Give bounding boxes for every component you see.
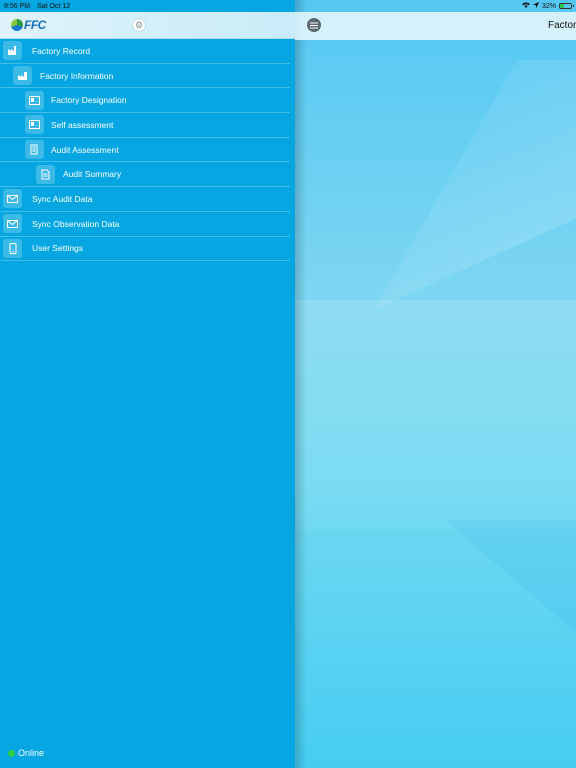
sidebar-item-label: Factory Record <box>32 45 91 56</box>
sync-mail-icon <box>3 189 22 209</box>
ffc-logo: FFC <box>11 18 46 32</box>
sidebar-item-factory-record[interactable]: Factory Record <box>0 39 290 64</box>
online-status-icon <box>8 749 15 757</box>
background-shape <box>374 60 576 310</box>
sidebar-item-self-assessment[interactable]: Self assessment <box>0 113 290 138</box>
self-assessment-icon <box>25 115 44 135</box>
connection-status-label: Online <box>18 748 45 758</box>
sidebar-item-user-settings[interactable]: User Settings <box>0 237 290 262</box>
sidebar-item-audit-assessment[interactable]: Audit Assessment <box>0 138 290 163</box>
sidebar-item-factory-designation[interactable]: Factory Designation <box>0 88 290 114</box>
sidebar-item-factory-information[interactable]: Factory Information <box>0 64 290 89</box>
sidebar-menu: Factory Record Factory Information Facto… <box>0 39 290 262</box>
status-date: Sat Oct 12 <box>37 2 71 10</box>
sync-mail-icon <box>3 214 22 234</box>
sidebar-item-label: Audit Summary <box>63 169 122 180</box>
designation-icon <box>25 90 44 110</box>
connection-status: Online <box>8 748 44 758</box>
battery-icon <box>559 3 574 9</box>
phone-settings-icon <box>3 238 22 258</box>
sidebar: FFC ⚙ Factory Record Factory Information… <box>0 0 295 768</box>
factory-info-icon <box>13 66 32 86</box>
background-shape <box>295 300 576 530</box>
main-header: Factory <box>295 12 576 40</box>
sidebar-item-sync-observation-data[interactable]: Sync Observation Data <box>0 212 290 237</box>
status-time: 9:56 PM <box>4 2 31 10</box>
sidebar-header: FFC ⚙ <box>0 12 295 39</box>
main-content: Factory <box>295 0 576 768</box>
location-icon <box>532 2 539 10</box>
page-title: Factory <box>548 20 576 31</box>
logo-mark-icon <box>11 19 23 31</box>
factory-icon <box>3 41 22 61</box>
battery-percent: 32% <box>541 2 556 10</box>
status-bar: 9:56 PM Sat Oct 12 32% <box>0 0 576 12</box>
sidebar-item-label: User Settings <box>32 243 84 254</box>
sidebar-item-label: Sync Observation Data <box>32 218 120 229</box>
sidebar-item-label: Self assessment <box>51 119 114 130</box>
background-shape <box>445 520 576 640</box>
sidebar-item-label: Audit Assessment <box>51 144 119 155</box>
logo-text: FFC <box>24 18 46 32</box>
document-icon <box>36 164 55 184</box>
sidebar-item-label: Factory Information <box>40 70 114 81</box>
wifi-icon <box>521 2 530 10</box>
sidebar-item-audit-summary[interactable]: Audit Summary <box>0 162 290 188</box>
status-right: 32% <box>521 2 574 10</box>
sidebar-item-sync-audit-data[interactable]: Sync Audit Data <box>0 187 290 212</box>
gear-icon[interactable]: ⚙ <box>132 18 146 32</box>
sidebar-item-label: Factory Designation <box>51 95 127 106</box>
hamburger-icon[interactable] <box>307 18 321 32</box>
audit-assessment-icon <box>25 140 44 160</box>
sidebar-item-label: Sync Audit Data <box>32 193 93 204</box>
